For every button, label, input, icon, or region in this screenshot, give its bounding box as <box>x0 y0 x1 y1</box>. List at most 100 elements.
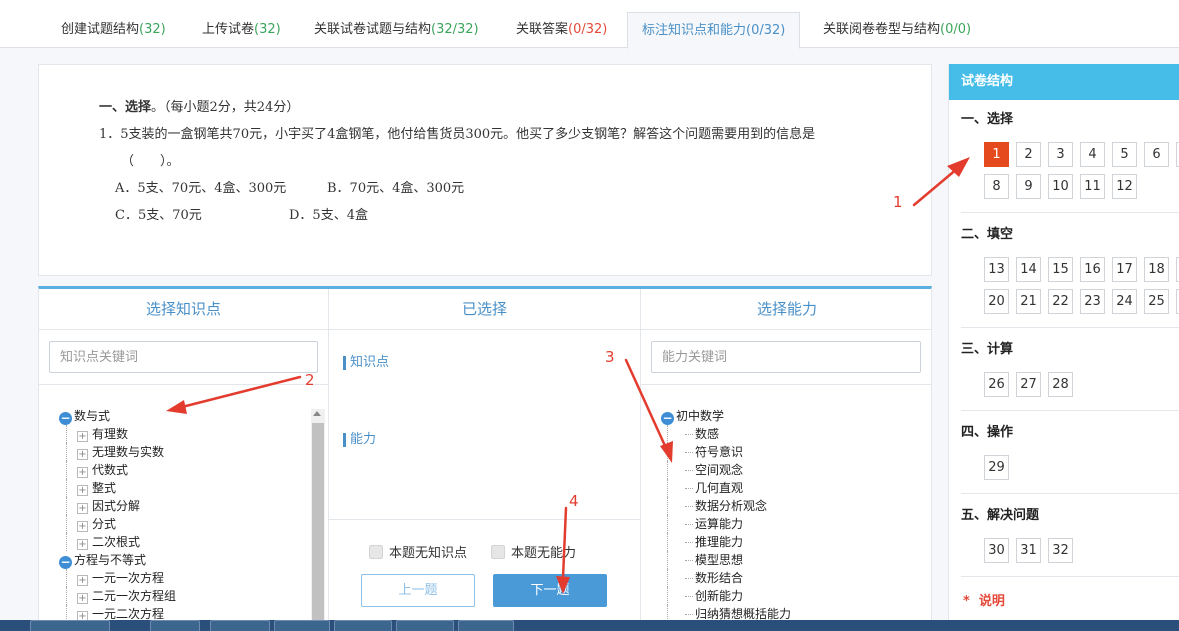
tab-count: (0/0) <box>940 22 972 37</box>
tab-link-answers[interactable]: 关联答案(0/32) <box>516 12 607 48</box>
question-number-button[interactable]: 16 <box>1080 257 1105 282</box>
tree-node[interactable]: 几何直观 <box>661 479 791 497</box>
expand-icon[interactable]: + <box>77 449 88 460</box>
question-number-button[interactable]: 4 <box>1080 142 1105 167</box>
tree-node[interactable]: + 一元一次方程 <box>59 569 176 587</box>
question-number-button[interactable]: 12 <box>1112 174 1137 199</box>
expand-icon[interactable]: + <box>77 521 88 532</box>
tree-node[interactable]: + 整式 <box>59 479 176 497</box>
tree-node-label: 符号意识 <box>695 445 744 459</box>
expand-icon[interactable]: + <box>77 575 88 586</box>
question-number-button[interactable]: 13 <box>984 257 1009 282</box>
tree-node[interactable]: + 代数式 <box>59 461 176 479</box>
annotation-label-4: 4 <box>569 492 579 510</box>
tab-link-questions[interactable]: 关联试卷试题与结构(32/32) <box>314 12 479 48</box>
tree-node[interactable]: + 分式 <box>59 515 176 533</box>
taskbar-item[interactable] <box>396 620 454 631</box>
question-number-button[interactable]: 5 <box>1112 142 1137 167</box>
question-number-button[interactable]: 15 <box>1048 257 1073 282</box>
question-number-button[interactable]: 20 <box>984 289 1009 314</box>
question-number-button[interactable]: 24 <box>1112 289 1137 314</box>
taskbar-item[interactable] <box>274 620 330 631</box>
question-number-button[interactable]: 23 <box>1080 289 1105 314</box>
tab-upload-paper[interactable]: 上传试卷(32) <box>202 12 281 48</box>
no-ability-checkbox[interactable]: 本题无能力 <box>491 542 576 561</box>
tree-node[interactable]: 运算能力 <box>661 515 791 533</box>
tab-label: 关联试卷试题与结构 <box>314 22 432 37</box>
taskbar-item[interactable] <box>458 620 514 631</box>
tree-node[interactable]: + 因式分解 <box>59 497 176 515</box>
tree-node[interactable]: 创新能力 <box>661 587 791 605</box>
taskbar-item[interactable] <box>30 620 110 631</box>
question-number-button[interactable]: 8 <box>984 174 1009 199</box>
question-number-button[interactable]: 31 <box>1016 538 1041 563</box>
knowledge-search-input[interactable] <box>49 341 318 373</box>
tree-node[interactable]: 模型思想 <box>661 551 791 569</box>
knowledge-tree: − 数与式 + 有理数 + 无理数与实数 + 代数式 + 整式 + 因式分解 + 分式 + 二次… <box>59 407 176 623</box>
question-panel: 一、选择。（每小题2分，共24分） 1．5支装的一盒钢笔共70元，小宇买了4盒钢… <box>38 64 932 276</box>
scroll-up-icon[interactable] <box>313 411 321 416</box>
collapse-icon[interactable]: − <box>59 556 72 569</box>
prev-question-button[interactable]: 上一题 <box>361 574 475 607</box>
next-question-button[interactable]: 下一题 <box>493 574 607 607</box>
tree-node[interactable]: 空间观念 <box>661 461 791 479</box>
tree-line <box>667 515 668 533</box>
paper-structure-sidebar: 试卷结构 一、选择 1 2 3 4 5 6 7 8 9 10 11 12 二、填… <box>948 64 1179 631</box>
tree-node[interactable]: − 方程与不等式 <box>59 551 176 569</box>
checkbox-icon[interactable] <box>491 545 505 559</box>
tree-node[interactable]: + 二元一次方程组 <box>59 587 176 605</box>
question-number-button[interactable]: 11 <box>1080 174 1105 199</box>
tab-create-structure[interactable]: 创建试题结构(32) <box>61 12 166 48</box>
knowledge-scrollbar[interactable] <box>311 409 325 631</box>
expand-icon[interactable]: + <box>77 485 88 496</box>
question-number-button[interactable]: 29 <box>984 455 1009 480</box>
expand-icon[interactable]: + <box>77 503 88 514</box>
tree-node[interactable]: 数据分析观念 <box>661 497 791 515</box>
ability-search-input[interactable] <box>651 341 921 373</box>
question-number-button[interactable]: 30 <box>984 538 1009 563</box>
question-number-button[interactable]: 14 <box>1016 257 1041 282</box>
tree-node[interactable]: − 数与式 <box>59 407 176 425</box>
question-number-button[interactable]: 28 <box>1048 372 1073 397</box>
collapse-icon[interactable]: − <box>661 412 674 425</box>
selected-column: 已选择 知识点 能力 本题无知识点 本题无能力 上一题 下一题 <box>329 289 641 631</box>
tree-node[interactable]: + 有理数 <box>59 425 176 443</box>
question-number-button[interactable]: 1 <box>984 142 1009 167</box>
checkbox-icon[interactable] <box>369 545 383 559</box>
no-knowledge-checkbox[interactable]: 本题无知识点 <box>369 542 467 561</box>
question-number-button[interactable]: 9 <box>1016 174 1041 199</box>
tree-node[interactable]: + 二次根式 <box>59 533 176 551</box>
tree-node[interactable]: + 无理数与实数 <box>59 443 176 461</box>
scroll-thumb[interactable] <box>312 423 324 631</box>
question-number-button[interactable]: 3 <box>1048 142 1073 167</box>
tree-node[interactable]: 数形结合 <box>661 569 791 587</box>
question-number-button[interactable]: 26 <box>984 372 1009 397</box>
question-number-button[interactable]: 18 <box>1144 257 1169 282</box>
tree-node[interactable]: − 初中数学 <box>661 407 791 425</box>
tree-node[interactable]: 数感 <box>661 425 791 443</box>
taskbar-item[interactable] <box>210 620 270 631</box>
expand-icon[interactable]: + <box>77 467 88 478</box>
tab-tag-knowledge[interactable]: 标注知识点和能力(0/32) <box>627 12 801 49</box>
question-number-button[interactable]: 6 <box>1144 142 1169 167</box>
question-number-button[interactable]: 10 <box>1048 174 1073 199</box>
question-number-button[interactable]: 21 <box>1016 289 1041 314</box>
question-number-button[interactable]: 17 <box>1112 257 1137 282</box>
expand-icon[interactable]: + <box>77 431 88 442</box>
tree-node[interactable]: 推理能力 <box>661 533 791 551</box>
question-number-button[interactable]: 22 <box>1048 289 1073 314</box>
tree-node[interactable]: 符号意识 <box>661 443 791 461</box>
tab-link-grading[interactable]: 关联阅卷卷型与结构(0/0) <box>823 12 971 48</box>
sidebar-title: 试卷结构 <box>949 64 1179 100</box>
taskbar-item[interactable] <box>150 620 200 631</box>
expand-icon[interactable]: + <box>77 539 88 550</box>
selected-ability-label: 能力 <box>343 433 376 447</box>
question-number-button[interactable]: 32 <box>1048 538 1073 563</box>
question-number-button[interactable]: 25 <box>1144 289 1169 314</box>
tab-label: 上传试卷 <box>202 22 255 37</box>
taskbar-item[interactable] <box>334 620 392 631</box>
expand-icon[interactable]: + <box>77 593 88 604</box>
collapse-icon[interactable]: − <box>59 412 72 425</box>
question-number-button[interactable]: 2 <box>1016 142 1041 167</box>
question-number-button[interactable]: 27 <box>1016 372 1041 397</box>
